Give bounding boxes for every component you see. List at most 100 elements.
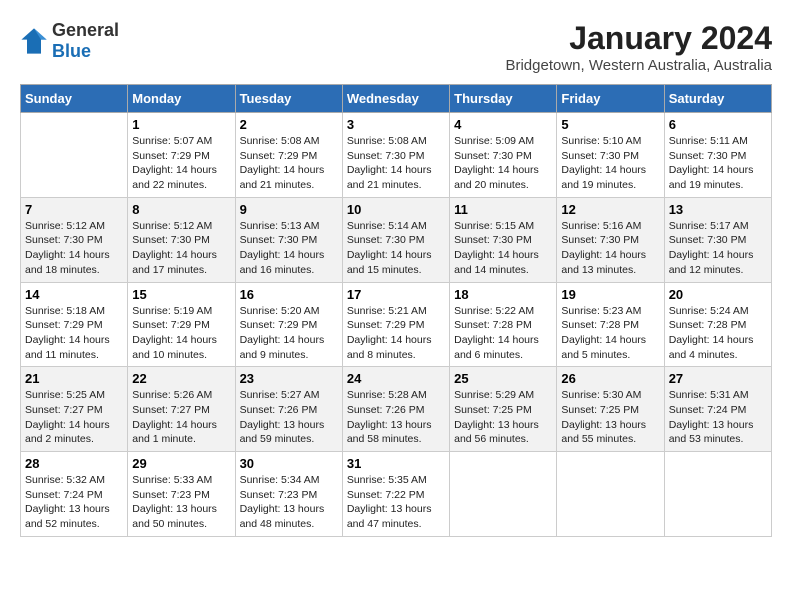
calendar-week-4: 21 Sunrise: 5:25 AM Sunset: 7:27 PM Dayli… (21, 367, 772, 452)
day-info: Sunrise: 5:29 AM Sunset: 7:25 PM Dayligh… (454, 388, 552, 447)
day-number: 11 (454, 202, 552, 217)
day-number: 22 (132, 371, 230, 386)
day-info: Sunrise: 5:12 AM Sunset: 7:30 PM Dayligh… (25, 219, 123, 278)
day-number: 15 (132, 287, 230, 302)
day-number: 13 (669, 202, 767, 217)
calendar-cell: 3Sunrise: 5:08 AM Sunset: 7:30 PM Daylig… (342, 113, 449, 198)
day-info: Sunrise: 5:34 AM Sunset: 7:23 PM Dayligh… (240, 473, 338, 532)
day-number: 31 (347, 456, 445, 471)
calendar-cell: 12 Sunrise: 5:16 AM Sunset: 7:30 PM Dayli… (557, 197, 664, 282)
day-info: Sunrise: 5:35 AM Sunset: 7:22 PM Dayligh… (347, 473, 445, 532)
day-number: 24 (347, 371, 445, 386)
calendar-cell: 23 Sunrise: 5:27 AM Sunset: 7:26 PM Dayli… (235, 367, 342, 452)
day-info: Sunrise: 5:32 AM Sunset: 7:24 PM Dayligh… (25, 473, 123, 532)
calendar-cell: 2 Sunrise: 5:08 AM Sunset: 7:29 PM Daylig… (235, 113, 342, 198)
day-number: 16 (240, 287, 338, 302)
day-info: Sunrise: 5:26 AM Sunset: 7:27 PM Dayligh… (132, 388, 230, 447)
column-header-monday: Monday (128, 85, 235, 113)
calendar-cell: 7Sunrise: 5:12 AM Sunset: 7:30 PM Daylig… (21, 197, 128, 282)
day-info: Sunrise: 5:20 AM Sunset: 7:29 PM Dayligh… (240, 304, 338, 363)
day-number: 9 (240, 202, 338, 217)
day-number: 29 (132, 456, 230, 471)
day-number: 14 (25, 287, 123, 302)
day-info: Sunrise: 5:22 AM Sunset: 7:28 PM Dayligh… (454, 304, 552, 363)
day-number: 6 (669, 117, 767, 132)
calendar-cell: 14 Sunrise: 5:18 AM Sunset: 7:29 PM Dayli… (21, 282, 128, 367)
day-number: 4 (454, 117, 552, 132)
calendar-body: 1 Sunrise: 5:07 AM Sunset: 7:29 PM Daylig… (21, 113, 772, 537)
calendar-cell (21, 113, 128, 198)
column-header-saturday: Saturday (664, 85, 771, 113)
calendar-cell (664, 452, 771, 537)
header: General Blue January 2024 Bridgetown, We… (20, 20, 772, 74)
column-header-wednesday: Wednesday (342, 85, 449, 113)
calendar-cell: 10Sunrise: 5:14 AM Sunset: 7:30 PM Dayli… (342, 197, 449, 282)
day-info: Sunrise: 5:18 AM Sunset: 7:29 PM Dayligh… (25, 304, 123, 363)
day-info: Sunrise: 5:21 AM Sunset: 7:29 PM Dayligh… (347, 304, 445, 363)
calendar-table: SundayMondayTuesdayWednesdayThursdayFrid… (20, 84, 772, 537)
title-area: January 2024 Bridgetown, Western Austral… (505, 20, 772, 74)
day-number: 12 (561, 202, 659, 217)
day-info: Sunrise: 5:33 AM Sunset: 7:23 PM Dayligh… (132, 473, 230, 532)
calendar-cell: 15 Sunrise: 5:19 AM Sunset: 7:29 PM Dayli… (128, 282, 235, 367)
calendar-cell (450, 452, 557, 537)
column-header-friday: Friday (557, 85, 664, 113)
calendar-week-5: 28 Sunrise: 5:32 AM Sunset: 7:24 PM Dayli… (21, 452, 772, 537)
day-number: 2 (240, 117, 338, 132)
calendar-week-2: 7Sunrise: 5:12 AM Sunset: 7:30 PM Daylig… (21, 197, 772, 282)
day-info: Sunrise: 5:10 AM Sunset: 7:30 PM Dayligh… (561, 134, 659, 193)
day-info: Sunrise: 5:16 AM Sunset: 7:30 PM Dayligh… (561, 219, 659, 278)
day-number: 10 (347, 202, 445, 217)
calendar-cell: 11 Sunrise: 5:15 AM Sunset: 7:30 PM Dayli… (450, 197, 557, 282)
column-header-thursday: Thursday (450, 85, 557, 113)
calendar-cell: 19 Sunrise: 5:23 AM Sunset: 7:28 PM Dayli… (557, 282, 664, 367)
day-number: 3 (347, 117, 445, 132)
day-info: Sunrise: 5:28 AM Sunset: 7:26 PM Dayligh… (347, 388, 445, 447)
day-info: Sunrise: 5:08 AM Sunset: 7:29 PM Dayligh… (240, 134, 338, 193)
day-info: Sunrise: 5:07 AM Sunset: 7:29 PM Dayligh… (132, 134, 230, 193)
calendar-cell: 27Sunrise: 5:31 AM Sunset: 7:24 PM Dayli… (664, 367, 771, 452)
day-number: 25 (454, 371, 552, 386)
calendar-cell: 16 Sunrise: 5:20 AM Sunset: 7:29 PM Dayli… (235, 282, 342, 367)
day-info: Sunrise: 5:25 AM Sunset: 7:27 PM Dayligh… (25, 388, 123, 447)
day-number: 30 (240, 456, 338, 471)
day-number: 1 (132, 117, 230, 132)
logo-blue: Blue (52, 41, 91, 61)
day-number: 19 (561, 287, 659, 302)
day-info: Sunrise: 5:09 AM Sunset: 7:30 PM Dayligh… (454, 134, 552, 193)
day-info: Sunrise: 5:27 AM Sunset: 7:26 PM Dayligh… (240, 388, 338, 447)
day-number: 28 (25, 456, 123, 471)
calendar-cell: 24 Sunrise: 5:28 AM Sunset: 7:26 PM Dayli… (342, 367, 449, 452)
day-number: 5 (561, 117, 659, 132)
day-number: 21 (25, 371, 123, 386)
calendar-cell: 1 Sunrise: 5:07 AM Sunset: 7:29 PM Daylig… (128, 113, 235, 198)
day-number: 8 (132, 202, 230, 217)
calendar-cell: 26Sunrise: 5:30 AM Sunset: 7:25 PM Dayli… (557, 367, 664, 452)
day-info: Sunrise: 5:23 AM Sunset: 7:28 PM Dayligh… (561, 304, 659, 363)
day-number: 20 (669, 287, 767, 302)
logo-general: General (52, 20, 119, 40)
column-header-tuesday: Tuesday (235, 85, 342, 113)
calendar-cell: 17 Sunrise: 5:21 AM Sunset: 7:29 PM Dayli… (342, 282, 449, 367)
calendar-cell: 22 Sunrise: 5:26 AM Sunset: 7:27 PM Dayli… (128, 367, 235, 452)
column-header-sunday: Sunday (21, 85, 128, 113)
subtitle: Bridgetown, Western Australia, Australia (505, 57, 772, 74)
logo: General Blue (20, 20, 119, 62)
calendar-cell: 31 Sunrise: 5:35 AM Sunset: 7:22 PM Dayli… (342, 452, 449, 537)
day-info: Sunrise: 5:17 AM Sunset: 7:30 PM Dayligh… (669, 219, 767, 278)
calendar-week-3: 14 Sunrise: 5:18 AM Sunset: 7:29 PM Dayli… (21, 282, 772, 367)
day-number: 18 (454, 287, 552, 302)
day-info: Sunrise: 5:19 AM Sunset: 7:29 PM Dayligh… (132, 304, 230, 363)
calendar-cell: 6Sunrise: 5:11 AM Sunset: 7:30 PM Daylig… (664, 113, 771, 198)
calendar-cell: 9Sunrise: 5:13 AM Sunset: 7:30 PM Daylig… (235, 197, 342, 282)
day-info: Sunrise: 5:15 AM Sunset: 7:30 PM Dayligh… (454, 219, 552, 278)
calendar-cell: 8Sunrise: 5:12 AM Sunset: 7:30 PM Daylig… (128, 197, 235, 282)
calendar-header-row: SundayMondayTuesdayWednesdayThursdayFrid… (21, 85, 772, 113)
day-number: 23 (240, 371, 338, 386)
calendar-cell: 20Sunrise: 5:24 AM Sunset: 7:28 PM Dayli… (664, 282, 771, 367)
calendar-cell: 29 Sunrise: 5:33 AM Sunset: 7:23 PM Dayli… (128, 452, 235, 537)
calendar-cell: 30 Sunrise: 5:34 AM Sunset: 7:23 PM Dayli… (235, 452, 342, 537)
day-number: 17 (347, 287, 445, 302)
day-info: Sunrise: 5:30 AM Sunset: 7:25 PM Dayligh… (561, 388, 659, 447)
calendar-cell: 25 Sunrise: 5:29 AM Sunset: 7:25 PM Dayli… (450, 367, 557, 452)
